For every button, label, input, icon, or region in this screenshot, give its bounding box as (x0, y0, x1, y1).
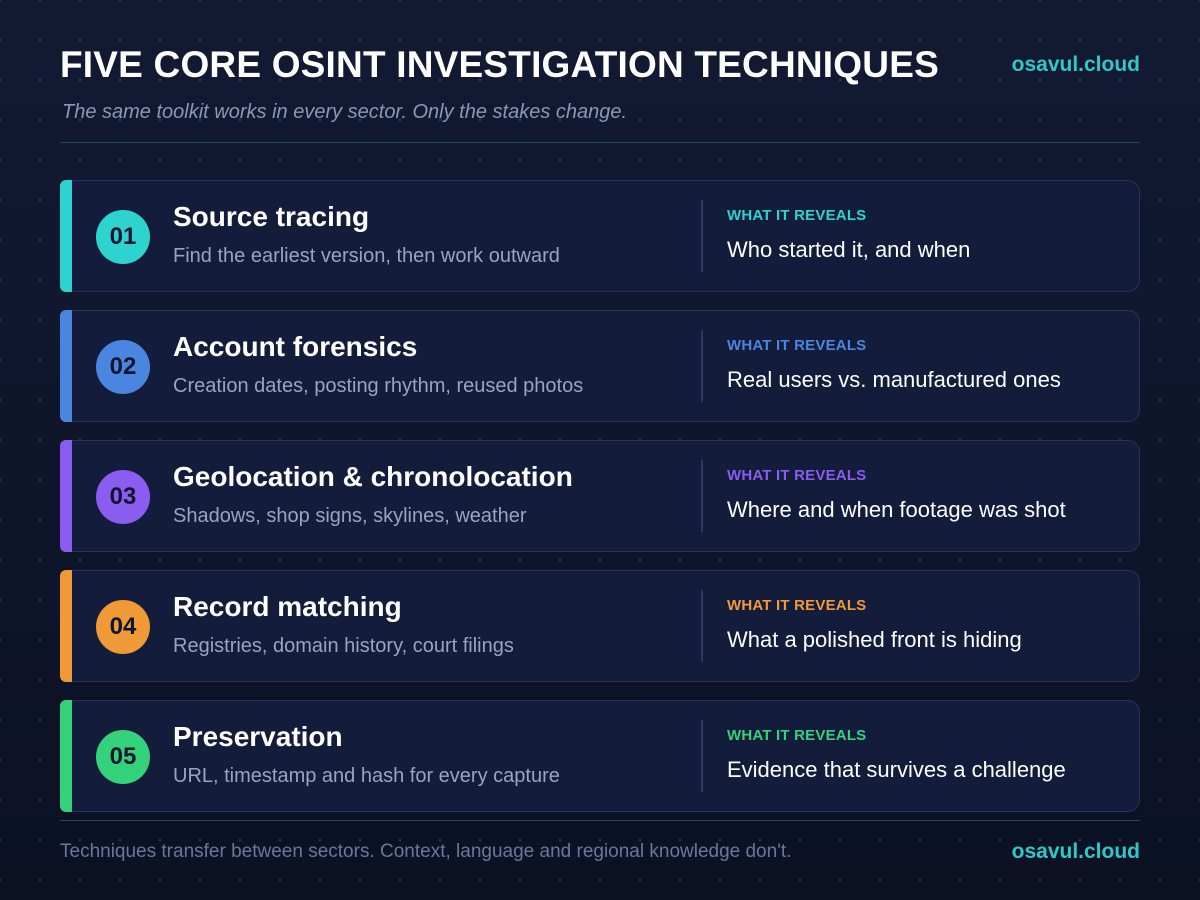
technique-card: 05 Preservation URL, timestamp and hash … (59, 699, 1140, 812)
reveal-label: WHAT IT REVEALS (727, 727, 867, 744)
reveal-text: Where and when footage was shot (727, 497, 1066, 522)
step-number-badge: 04 (96, 600, 150, 654)
card-divider (701, 590, 703, 662)
card-accent-bar (59, 699, 72, 812)
card-accent-bar (59, 179, 72, 292)
footer-note: Techniques transfer between sectors. Con… (60, 841, 792, 862)
technique-card: 02 Account forensics Creation dates, pos… (59, 309, 1140, 422)
reveal-label: WHAT IT REVEALS (727, 597, 867, 614)
brand-link-bottom[interactable]: osavul.cloud (1012, 840, 1140, 864)
reveal-label: WHAT IT REVEALS (727, 467, 867, 484)
page-footer: Techniques transfer between sectors. Con… (60, 820, 1140, 881)
technique-card: 01 Source tracing Find the earliest vers… (59, 179, 1140, 292)
technique-name: Preservation (173, 721, 343, 752)
card-divider (701, 460, 703, 532)
reveal-text: Who started it, and when (727, 237, 971, 262)
technique-description: Shadows, shop signs, skylines, weather (173, 505, 527, 527)
technique-name: Geolocation & chronolocation (173, 461, 573, 492)
page-title: FIVE CORE OSINT INVESTIGATION TECHNIQUES (60, 44, 939, 85)
card-accent-bar (59, 439, 72, 552)
card-divider (701, 720, 703, 792)
card-accent-bar (59, 569, 72, 682)
card-divider (701, 330, 703, 402)
reveal-text: Evidence that survives a challenge (727, 757, 1066, 782)
reveal-label: WHAT IT REVEALS (727, 337, 867, 354)
technique-name: Source tracing (173, 201, 370, 232)
step-number-badge: 05 (96, 730, 150, 784)
brand-link-top[interactable]: osavul.cloud (1012, 53, 1140, 77)
card-accent-bar (59, 309, 72, 422)
step-number-badge: 03 (96, 470, 150, 524)
page-header: FIVE CORE OSINT INVESTIGATION TECHNIQUES… (60, 44, 1140, 143)
technique-description: Find the earliest version, then work out… (173, 245, 560, 267)
step-number-badge: 02 (96, 340, 150, 394)
technique-description: Registries, domain history, court filing… (173, 635, 514, 657)
step-number-badge: 01 (96, 210, 150, 264)
reveal-text: Real users vs. manufactured ones (727, 367, 1061, 392)
page-subtitle: The same toolkit works in every sector. … (62, 101, 628, 123)
technique-card: 03 Geolocation & chronolocation Shadows,… (59, 439, 1140, 552)
reveal-label: WHAT IT REVEALS (727, 207, 867, 224)
technique-description: URL, timestamp and hash for every captur… (173, 765, 560, 787)
technique-description: Creation dates, posting rhythm, reused p… (173, 375, 584, 397)
technique-name: Record matching (173, 591, 402, 622)
technique-name: Account forensics (173, 331, 418, 362)
card-divider (701, 200, 703, 272)
technique-card: 04 Record matching Registries, domain hi… (59, 569, 1140, 682)
reveal-text: What a polished front is hiding (727, 627, 1022, 652)
